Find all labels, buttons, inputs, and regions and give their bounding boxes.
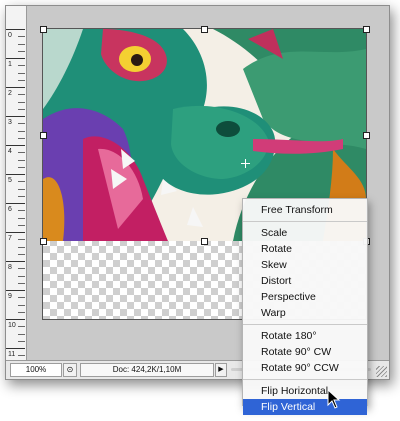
- menu-separator: [243, 221, 367, 222]
- transform-context-menu: Free Transform Scale Rotate Skew Distort…: [242, 198, 368, 415]
- menu-item-rotate-90-cw[interactable]: Rotate 90° CW: [243, 344, 367, 360]
- ruler-label: 1: [8, 61, 12, 68]
- menu-item-warp[interactable]: Warp: [243, 305, 367, 321]
- ruler-label: 2: [8, 90, 12, 97]
- transform-handle-icon[interactable]: [40, 26, 47, 33]
- ruler-minor-tick: [18, 304, 25, 306]
- transform-handle-icon[interactable]: [201, 238, 208, 245]
- ruler-major-tick: [6, 145, 25, 146]
- ruler-minor-tick: [18, 253, 25, 255]
- ruler-minor-tick: [18, 137, 25, 139]
- ruler-minor-tick: [18, 297, 25, 299]
- ruler-minor-tick: [18, 72, 25, 74]
- ruler-minor-tick: [18, 159, 25, 161]
- ruler-label: 3: [8, 119, 12, 126]
- ruler-minor-tick: [18, 340, 25, 342]
- ruler-label: 5: [8, 177, 12, 184]
- ruler-minor-tick: [18, 43, 25, 45]
- menu-separator: [243, 324, 367, 325]
- status-info-icon[interactable]: ⊙: [63, 363, 77, 377]
- ruler-label: 6: [8, 206, 12, 213]
- ruler-label: 8: [8, 264, 12, 271]
- ruler-minor-tick: [18, 217, 25, 219]
- ruler-major-tick: [6, 290, 25, 291]
- menu-item-flip-vertical[interactable]: Flip Vertical: [243, 399, 367, 415]
- menu-separator: [243, 379, 367, 380]
- ruler-minor-tick: [18, 326, 25, 328]
- ruler-minor-tick: [18, 188, 25, 190]
- ruler-minor-tick: [18, 166, 25, 168]
- ruler-label: 11: [8, 351, 16, 358]
- ruler-minor-tick: [18, 181, 25, 183]
- ruler-major-tick: [6, 203, 25, 204]
- ruler-major-tick: [6, 232, 25, 233]
- transform-handle-icon[interactable]: [363, 26, 370, 33]
- ruler-major-tick: [6, 261, 25, 262]
- ruler-minor-tick: [18, 210, 25, 212]
- vertical-ruler: 0 1 2 3 4 5 6 7 8 9 10 11: [6, 6, 27, 360]
- ruler-minor-tick: [18, 333, 25, 335]
- menu-item-rotate-90-ccw[interactable]: Rotate 90° CCW: [243, 360, 367, 376]
- menu-item-distort[interactable]: Distort: [243, 273, 367, 289]
- ruler-minor-tick: [18, 224, 25, 226]
- ruler-minor-tick: [18, 195, 25, 197]
- ruler-label: 9: [8, 293, 12, 300]
- menu-item-free-transform[interactable]: Free Transform: [243, 202, 367, 218]
- ruler-major-tick: [6, 174, 25, 175]
- ruler-minor-tick: [18, 65, 25, 67]
- menu-item-rotate[interactable]: Rotate: [243, 241, 367, 257]
- ruler-minor-tick: [18, 123, 25, 125]
- ruler-minor-tick: [18, 152, 25, 154]
- ruler-minor-tick: [18, 355, 25, 357]
- ruler-minor-tick: [18, 50, 25, 52]
- transform-handle-icon[interactable]: [201, 26, 208, 33]
- zoom-level-field[interactable]: 100%: [10, 363, 62, 377]
- ruler-label: 4: [8, 148, 12, 155]
- ruler-minor-tick: [18, 101, 25, 103]
- ruler-major-tick: [6, 319, 25, 320]
- ruler-minor-tick: [18, 36, 25, 38]
- ruler-label: 7: [8, 235, 12, 242]
- transform-handle-icon[interactable]: [40, 132, 47, 139]
- menu-item-scale[interactable]: Scale: [243, 225, 367, 241]
- mouse-cursor-icon: [327, 389, 341, 409]
- menu-item-flip-horizontal[interactable]: Flip Horizontal: [243, 383, 367, 399]
- ruler-minor-tick: [18, 311, 25, 313]
- ruler-label: 10: [8, 322, 16, 329]
- ruler-minor-tick: [18, 275, 25, 277]
- ruler-minor-tick: [18, 79, 25, 81]
- ruler-minor-tick: [18, 130, 25, 132]
- ruler-minor-tick: [18, 246, 25, 248]
- menu-item-skew[interactable]: Skew: [243, 257, 367, 273]
- ruler-minor-tick: [18, 268, 25, 270]
- transform-handle-icon[interactable]: [363, 132, 370, 139]
- transform-handle-icon[interactable]: [40, 238, 47, 245]
- ruler-minor-tick: [18, 239, 25, 241]
- ruler-major-tick: [6, 116, 25, 117]
- ruler-minor-tick: [18, 108, 25, 110]
- document-size-info[interactable]: Doc: 424,2K/1,10M: [80, 363, 214, 377]
- menu-item-perspective[interactable]: Perspective: [243, 289, 367, 305]
- ruler-major-tick: [6, 348, 25, 349]
- ruler-major-tick: [6, 58, 25, 59]
- ruler-label: 0: [8, 32, 12, 39]
- reference-point-icon[interactable]: [241, 159, 250, 168]
- ruler-minor-tick: [18, 282, 25, 284]
- status-menu-arrow-icon[interactable]: ▶: [215, 363, 227, 377]
- resize-grip-icon[interactable]: [376, 366, 387, 377]
- menu-item-rotate-180[interactable]: Rotate 180°: [243, 328, 367, 344]
- ruler-major-tick: [6, 29, 25, 30]
- ruler-major-tick: [6, 87, 25, 88]
- ruler-minor-tick: [18, 94, 25, 96]
